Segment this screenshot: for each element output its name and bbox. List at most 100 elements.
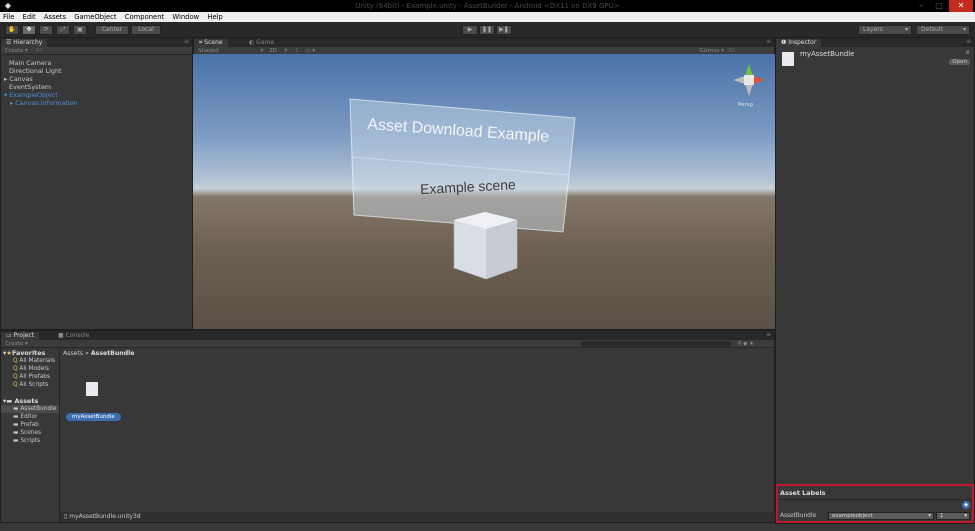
scene-gizmo[interactable] bbox=[731, 62, 767, 98]
menu-help[interactable]: Help bbox=[207, 13, 223, 21]
folder-scenes[interactable]: ▬ Scenes bbox=[1, 429, 59, 437]
rotate-tool-icon[interactable]: ⟳ bbox=[39, 25, 53, 35]
search-icon: Q bbox=[13, 374, 18, 380]
favorite-all-scripts[interactable]: Q All Scripts bbox=[1, 381, 59, 389]
folder-label: Editor bbox=[20, 414, 38, 420]
step-button[interactable]: ▶❚ bbox=[496, 25, 512, 35]
favorite-all-models[interactable]: Q All Models bbox=[1, 365, 59, 373]
menu-gameobject[interactable]: GameObject bbox=[74, 13, 116, 21]
asset-file-icon bbox=[782, 52, 794, 66]
play-button[interactable]: ▶ bbox=[462, 25, 478, 35]
menu-component[interactable]: Component bbox=[125, 13, 164, 21]
hierarchy-item-directional-light[interactable]: Directional Light bbox=[1, 67, 191, 75]
asset-file-icon[interactable] bbox=[86, 382, 98, 396]
layout-dropdown[interactable]: Default ▾ bbox=[916, 25, 970, 35]
project-search-input[interactable] bbox=[581, 341, 731, 347]
hierarchy-item-main-camera[interactable]: Main Camera bbox=[1, 59, 191, 67]
hand-tool-icon[interactable]: ✋ bbox=[5, 25, 19, 35]
panel-menu-icon[interactable]: ≡ bbox=[184, 38, 189, 45]
asset-bundle-item[interactable]: myAssetBundle bbox=[66, 413, 121, 421]
layout-label: Default bbox=[921, 26, 943, 33]
bundle-value: exampleobject bbox=[832, 513, 873, 519]
game-tab-label: Game bbox=[256, 39, 275, 46]
settings-gear-icon[interactable]: ⚙ bbox=[966, 50, 970, 56]
pivot-center-toggle[interactable]: Center bbox=[95, 25, 129, 35]
tag-icon[interactable]: ◆ bbox=[962, 501, 970, 509]
tree-divider bbox=[59, 349, 60, 523]
favorite-all-materials[interactable]: Q All Materials bbox=[1, 357, 59, 365]
menu-edit[interactable]: Edit bbox=[23, 13, 36, 21]
breadcrumb-root[interactable]: Assets bbox=[63, 350, 83, 357]
layers-label: Layers bbox=[863, 26, 883, 33]
folder-label: Scenes bbox=[20, 430, 42, 436]
cube-side-face bbox=[486, 220, 517, 279]
hierarchy-item-eventsystem[interactable]: EventSystem bbox=[1, 83, 191, 91]
rect-tool-icon[interactable]: ▣ bbox=[73, 25, 87, 35]
breadcrumb: Assets » AssetBundle bbox=[63, 350, 134, 358]
tab-inspector[interactable]: ❶ Inspector bbox=[776, 39, 822, 47]
inspector-panel: ❶ Inspector ≡ myAssetBundle ⚙ Open Asset… bbox=[775, 37, 975, 524]
search-icon: Q bbox=[13, 366, 18, 372]
folder-scripts[interactable]: ▬ Scripts bbox=[1, 437, 59, 445]
folder-editor[interactable]: ▬ Editor bbox=[1, 413, 59, 421]
console-tab-label: Console bbox=[65, 332, 90, 339]
close-button[interactable]: ✕ bbox=[949, 0, 973, 12]
folder-prefab[interactable]: ▬ Prefab bbox=[1, 421, 59, 429]
menu-file[interactable]: File bbox=[3, 13, 14, 21]
hierarchy-tab-label: Hierarchy bbox=[13, 39, 43, 46]
project-status-bar: ▯ myAssetBundle.unity3d bbox=[60, 512, 775, 522]
inspector-tabbar: ❶ Inspector ≡ bbox=[776, 38, 974, 47]
tab-console[interactable]: ■ Console bbox=[53, 332, 94, 340]
open-button[interactable]: Open bbox=[949, 59, 970, 65]
bundle-variant-dropdown[interactable]: 1 ▾ bbox=[936, 512, 970, 520]
tab-game[interactable]: ◐ Game bbox=[244, 39, 279, 47]
folder-label: AssetBundle bbox=[20, 406, 57, 412]
hierarchy-item-canvas-information[interactable]: ▸ Canvas Information bbox=[1, 99, 191, 107]
project-toolbar: Create ▾ ⚲ ◆ ★ bbox=[1, 340, 774, 348]
favorite-all-prefabs[interactable]: Q All Prefabs bbox=[1, 373, 59, 381]
menu-window[interactable]: Window bbox=[172, 13, 199, 21]
chevron-down-icon: ▾ bbox=[904, 26, 908, 33]
console-icon: ■ bbox=[58, 332, 66, 339]
assets-label: Assets bbox=[14, 397, 39, 405]
panel-menu-icon[interactable]: ≡ bbox=[966, 38, 971, 45]
move-tool-icon[interactable]: ✥ bbox=[22, 25, 36, 35]
layers-dropdown[interactable]: Layers ▾ bbox=[858, 25, 912, 35]
menu-assets[interactable]: Assets bbox=[44, 13, 66, 21]
hierarchy-item-canvas[interactable]: ▸ Canvas bbox=[1, 75, 191, 83]
tab-scene[interactable]: ⌗ Scene bbox=[194, 39, 228, 47]
minimize-button[interactable]: – bbox=[913, 0, 929, 12]
favorite-label: All Prefabs bbox=[19, 374, 50, 380]
favorites-header[interactable]: ▾★Favorites bbox=[1, 349, 59, 357]
hierarchy-searchbar: Create ▾ All bbox=[1, 47, 192, 55]
chevron-down-icon: ▾ bbox=[928, 513, 931, 519]
panel-menu-icon[interactable]: ≡ bbox=[766, 331, 771, 338]
tab-hierarchy[interactable]: ☰ Hierarchy bbox=[1, 39, 48, 47]
pivot-local-toggle[interactable]: Local bbox=[131, 25, 161, 35]
breadcrumb-current[interactable]: AssetBundle bbox=[91, 350, 135, 357]
bundle-name-dropdown[interactable]: exampleobject ▾ bbox=[828, 512, 934, 520]
tab-project[interactable]: ▭ Project bbox=[1, 332, 40, 340]
title-bar: ◆ Unity (64bit) - Example.unity - AssetB… bbox=[0, 0, 975, 12]
scene-tabbar: ⌗ Scene ◐ Game ≡ bbox=[194, 38, 774, 47]
assets-header[interactable]: ▾▬ Assets bbox=[1, 397, 59, 405]
search-icon: Q bbox=[13, 382, 18, 388]
panel-menu-icon[interactable]: ≡ bbox=[766, 38, 771, 45]
pivot-center-label: Center bbox=[101, 26, 123, 33]
chevron-down-icon: ▾ bbox=[964, 513, 967, 519]
filter-icon[interactable]: ⚲ ◆ ★ bbox=[737, 340, 754, 348]
hierarchy-create-button[interactable]: Create bbox=[5, 48, 23, 54]
main-toolbar: ✋ ✥ ⟳ ⤢ ▣ Center Local ▶ ❚❚ ▶❚ Layers ▾ D… bbox=[0, 22, 975, 37]
persp-label[interactable]: Persp bbox=[738, 102, 753, 108]
favorite-label: All Materials bbox=[19, 358, 56, 364]
hierarchy-item-exampleobject[interactable]: ▾ ExampleObject bbox=[1, 91, 191, 99]
variant-value: 1 bbox=[940, 513, 944, 519]
pause-button[interactable]: ❚❚ bbox=[479, 25, 495, 35]
maximize-button[interactable]: □ bbox=[931, 0, 947, 12]
folder-assetbundle[interactable]: ▬ AssetBundle bbox=[1, 405, 59, 413]
project-create-button[interactable]: Create bbox=[5, 341, 23, 347]
scene-viewport[interactable]: Asset Download Example Example scene Per… bbox=[193, 54, 775, 329]
scale-tool-icon[interactable]: ⤢ bbox=[56, 25, 70, 35]
hierarchy-search-input[interactable]: All bbox=[36, 48, 43, 54]
